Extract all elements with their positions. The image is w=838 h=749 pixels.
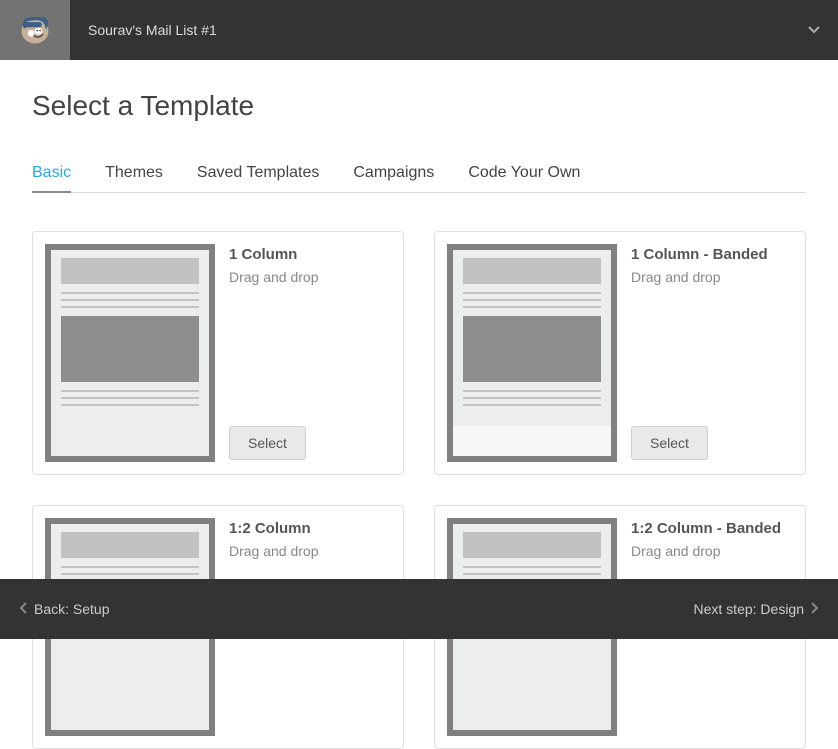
next-label: Next step: Design: [694, 601, 805, 617]
back-button[interactable]: Back: Setup: [20, 601, 110, 617]
tab-themes[interactable]: Themes: [105, 164, 163, 192]
template-thumb: [447, 244, 617, 462]
template-title: 1 Column: [229, 246, 391, 263]
chevron-down-icon[interactable]: [808, 23, 838, 37]
template-grid: 1 Column Drag and drop Select 1 Column -…: [32, 231, 806, 749]
page-title: Select a Template: [32, 90, 806, 122]
list-title[interactable]: Sourav's Mail List #1: [70, 22, 808, 38]
template-meta: 1 Column Drag and drop Select: [229, 244, 391, 462]
footer-bar: Back: Setup Next step: Design: [0, 579, 838, 639]
template-title: 1 Column - Banded: [631, 246, 793, 263]
template-subtitle: Drag and drop: [229, 269, 391, 285]
mailchimp-icon: [17, 12, 53, 48]
tab-saved-templates[interactable]: Saved Templates: [197, 164, 319, 192]
back-label: Back: Setup: [34, 601, 110, 617]
template-title: 1:2 Column - Banded: [631, 520, 793, 537]
content-area: Select a Template Basic Themes Saved Tem…: [0, 60, 838, 749]
tab-basic[interactable]: Basic: [32, 164, 71, 192]
chevron-left-icon: [20, 601, 28, 617]
template-thumb: [45, 244, 215, 462]
select-button[interactable]: Select: [631, 426, 708, 460]
template-card: 1 Column Drag and drop Select: [32, 231, 404, 475]
logo[interactable]: [0, 0, 70, 60]
top-bar: Sourav's Mail List #1: [0, 0, 838, 60]
tab-campaigns[interactable]: Campaigns: [353, 164, 434, 192]
tabs: Basic Themes Saved Templates Campaigns C…: [32, 164, 806, 193]
template-subtitle: Drag and drop: [631, 269, 793, 285]
next-button[interactable]: Next step: Design: [694, 601, 819, 617]
template-subtitle: Drag and drop: [631, 543, 793, 559]
select-button[interactable]: Select: [229, 426, 306, 460]
template-subtitle: Drag and drop: [229, 543, 391, 559]
template-meta: 1 Column - Banded Drag and drop Select: [631, 244, 793, 462]
tab-code-your-own[interactable]: Code Your Own: [468, 164, 580, 192]
chevron-right-icon: [810, 601, 818, 617]
template-card: 1 Column - Banded Drag and drop Select: [434, 231, 806, 475]
template-title: 1:2 Column: [229, 520, 391, 537]
